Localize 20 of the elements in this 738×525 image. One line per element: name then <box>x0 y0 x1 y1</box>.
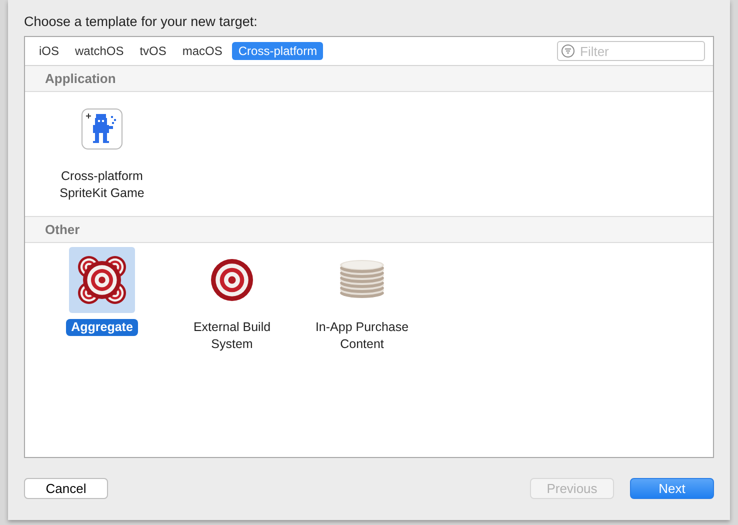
platform-tab[interactable]: watchOS <box>69 42 130 60</box>
platform-tab[interactable]: iOS <box>33 42 66 60</box>
template-label[interactable]: External Build System <box>172 319 292 353</box>
platform-tab[interactable]: macOS <box>176 42 228 60</box>
coin-stack-icon <box>338 260 386 300</box>
filter-icon <box>561 44 575 58</box>
section-title: Other <box>45 222 80 237</box>
template-label[interactable]: Aggregate <box>66 319 138 336</box>
platform-tab[interactable]: Cross-platform <box>232 42 324 60</box>
template-tile[interactable] <box>69 247 135 313</box>
section-title: Application <box>45 71 116 86</box>
sprite-figure-icon <box>81 108 123 150</box>
targets-icon <box>77 255 127 305</box>
filter-field[interactable]: Filter <box>557 41 705 61</box>
cancel-button[interactable]: Cancel <box>24 478 108 499</box>
prompt-text: Choose a template for your new target: <box>24 14 258 29</box>
template-label[interactable]: In-App Purchase Content <box>302 319 422 353</box>
platform-tab[interactable]: tvOS <box>134 42 172 60</box>
template-label[interactable]: Cross-platform SpriteKit Game <box>42 168 162 202</box>
target-icon <box>210 258 254 302</box>
